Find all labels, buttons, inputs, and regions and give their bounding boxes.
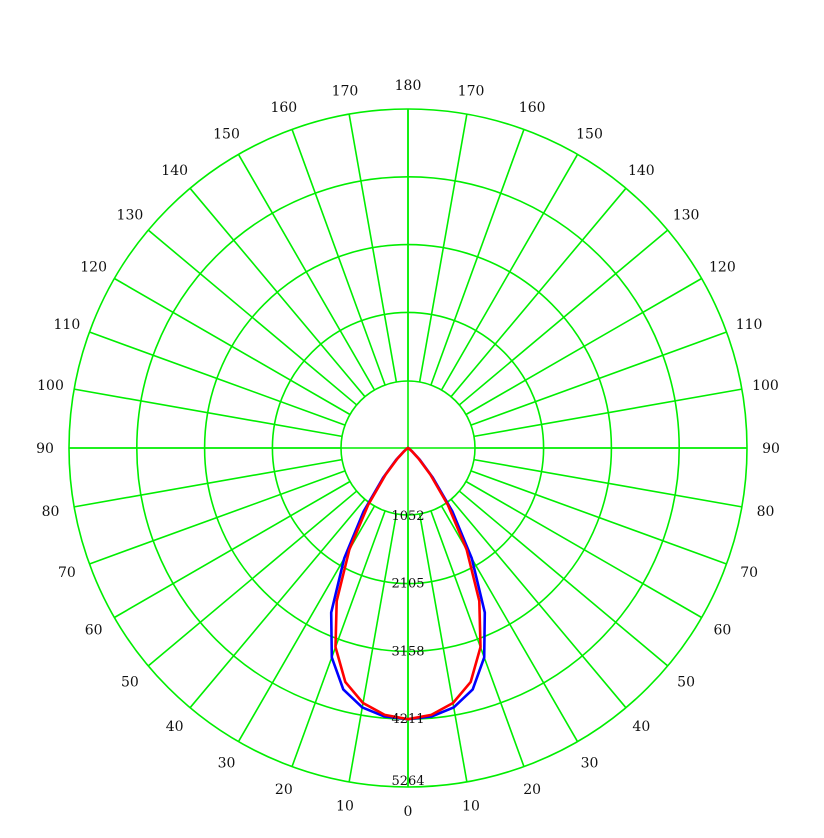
grid-spoke — [89, 470, 346, 565]
angle-label: 30 — [581, 755, 599, 771]
grid-spoke — [189, 187, 366, 398]
angle-label: 120 — [709, 260, 736, 276]
grid-spoke — [114, 277, 351, 416]
angle-label: 20 — [523, 782, 541, 798]
grid-spoke — [114, 480, 351, 619]
angle-label: 110 — [736, 317, 763, 333]
angle-label: 160 — [519, 100, 546, 116]
grid-spoke — [458, 490, 669, 667]
angle-label: 30 — [218, 755, 236, 771]
angle-label: 10 — [462, 798, 480, 814]
grid-spoke — [470, 331, 727, 426]
angle-label: 120 — [80, 260, 107, 276]
angle-label: 140 — [628, 163, 655, 179]
radial-tick-label: 4211 — [391, 712, 424, 727]
angle-label: 0 — [404, 804, 413, 820]
polar-light-distribution-chart: 1052 2105 3158 4211 5264 0 10 20 30 40 50 60 70 80 90… — [36, 78, 780, 820]
angle-label: 50 — [677, 674, 695, 690]
grid-spoke — [147, 229, 358, 406]
angle-label: 80 — [42, 504, 60, 520]
grid-spoke — [473, 388, 742, 438]
angle-label: 100 — [752, 378, 779, 394]
angle-label: 40 — [166, 719, 184, 735]
angle-label: 130 — [673, 208, 700, 224]
angle-label: 140 — [161, 163, 188, 179]
angle-label: 10 — [336, 798, 354, 814]
angle-label: 20 — [275, 782, 293, 798]
grid-spoke — [458, 229, 669, 406]
angle-label: 160 — [270, 100, 297, 116]
grid-spoke — [465, 480, 702, 619]
angle-label: 180 — [395, 78, 422, 94]
angle-label: 40 — [632, 719, 650, 735]
grid-spoke — [237, 154, 376, 391]
angle-label: 80 — [757, 504, 775, 520]
radial-tick-label: 3158 — [391, 644, 424, 659]
grid-spoke — [418, 513, 468, 782]
grid-spoke — [291, 129, 386, 386]
grid-spoke — [418, 114, 468, 383]
grid-spoke — [440, 154, 579, 391]
angle-label: 90 — [36, 441, 54, 457]
grid-spoke — [450, 187, 627, 398]
grid-spoke — [348, 513, 398, 782]
angle-label: 150 — [576, 127, 603, 143]
angle-label: 100 — [37, 378, 64, 394]
grid-spoke — [430, 510, 525, 767]
grid-spoke — [74, 458, 343, 508]
angle-label: 150 — [213, 127, 240, 143]
grid-spoke — [74, 388, 343, 438]
angle-label: 170 — [332, 84, 359, 100]
angle-label: 110 — [54, 317, 81, 333]
grid-spoke — [147, 490, 358, 667]
grid-spoke — [473, 458, 742, 508]
grid-spoke — [348, 114, 398, 383]
grid-spoke — [465, 277, 702, 416]
grid-spoke — [430, 129, 525, 386]
radial-tick-label: 2105 — [391, 577, 424, 592]
radial-tick-label: 1052 — [391, 509, 424, 524]
angle-label: 70 — [58, 565, 76, 581]
grid-spoke — [89, 331, 346, 426]
grid-spoke — [470, 470, 727, 565]
angle-label: 70 — [740, 565, 758, 581]
angle-label: 90 — [762, 441, 780, 457]
angle-label: 170 — [458, 84, 485, 100]
angle-label: 60 — [85, 623, 103, 639]
radial-tick-label: 5264 — [391, 774, 424, 789]
angle-label: 130 — [117, 208, 144, 224]
angle-label: 60 — [713, 623, 731, 639]
grid-spoke — [291, 510, 386, 767]
angle-label: 50 — [121, 674, 139, 690]
